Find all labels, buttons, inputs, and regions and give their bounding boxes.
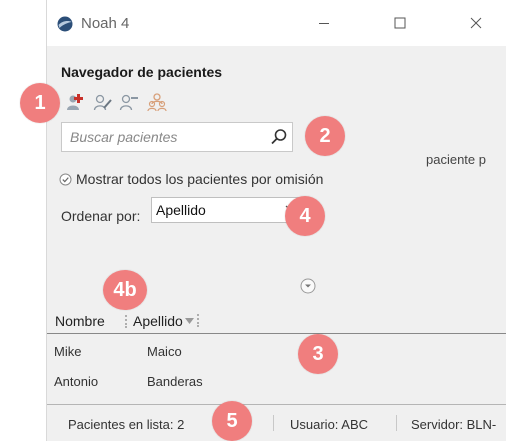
sort-descending-icon	[185, 318, 194, 324]
minimize-icon	[319, 23, 329, 24]
show-all-label: Mostrar todos los pacientes por omisión	[76, 171, 324, 187]
annotation-badge-4b: 4b	[103, 270, 147, 310]
search-box	[61, 122, 293, 152]
table-row[interactable]: Antonio Banderas	[47, 372, 506, 396]
column-header-nombre[interactable]: Nombre	[55, 313, 105, 329]
search-icon[interactable]	[270, 128, 288, 146]
table-row[interactable]: Mike Maico	[47, 342, 506, 366]
patient-table-header: Nombre Apellido	[47, 308, 506, 334]
noah-globe-icon	[57, 16, 73, 32]
merge-patients-icon[interactable]	[147, 92, 167, 112]
title-bar: Noah 4	[47, 0, 506, 46]
sort-label: Ordenar por:	[61, 208, 141, 224]
sort-value: Apellido	[156, 202, 206, 218]
sort-dropdown[interactable]: Apellido	[151, 197, 299, 223]
close-icon	[470, 17, 482, 29]
expand-options-icon[interactable]	[300, 278, 316, 294]
cell-apellido: Banderas	[147, 374, 203, 389]
status-divider	[396, 415, 397, 431]
annotation-badge-3: 3	[298, 334, 338, 374]
cell-apellido: Maico	[147, 344, 182, 359]
show-all-option[interactable]: Mostrar todos los pacientes por omisión	[59, 171, 323, 187]
status-divider	[273, 415, 274, 431]
column-resize-grip-icon[interactable]	[195, 312, 201, 328]
maximize-icon	[394, 17, 406, 29]
window-title: Noah 4	[81, 15, 130, 32]
cell-nombre: Antonio	[54, 374, 99, 389]
cell-nombre: Mike	[54, 344, 82, 359]
minimize-button[interactable]	[309, 10, 339, 36]
annotation-badge-4: 4	[285, 196, 325, 236]
search-input[interactable]	[70, 129, 260, 145]
add-patient-icon[interactable]	[65, 92, 85, 112]
status-user: Usuario: ABC	[290, 417, 369, 432]
delete-patient-icon[interactable]	[119, 92, 139, 112]
app-window: Noah 4 Navegador de pacientes Buscar pac…	[46, 0, 506, 441]
status-patient-count: Pacientes en lista: 2	[68, 417, 185, 432]
column-resize-grip-icon[interactable]	[123, 313, 129, 329]
status-bar: Pacientes en lista: 2 Usuario: ABC Servi…	[47, 404, 506, 441]
truncated-panel-text: paciente p	[426, 152, 486, 167]
annotation-badge-1: 1	[20, 83, 60, 123]
patient-navigator-panel: Navegador de pacientes Buscar pacientes …	[47, 46, 506, 441]
maximize-button[interactable]	[385, 10, 415, 36]
annotation-badge-2: 2	[305, 116, 345, 156]
column-header-apellido[interactable]: Apellido	[133, 313, 183, 329]
status-server: Servidor: BLN-	[411, 417, 497, 432]
annotation-badge-5: 5	[212, 401, 252, 441]
check-circle-icon	[59, 173, 72, 185]
close-button[interactable]	[461, 10, 491, 36]
edit-patient-icon[interactable]	[93, 92, 113, 112]
panel-title: Navegador de pacientes	[61, 64, 223, 80]
